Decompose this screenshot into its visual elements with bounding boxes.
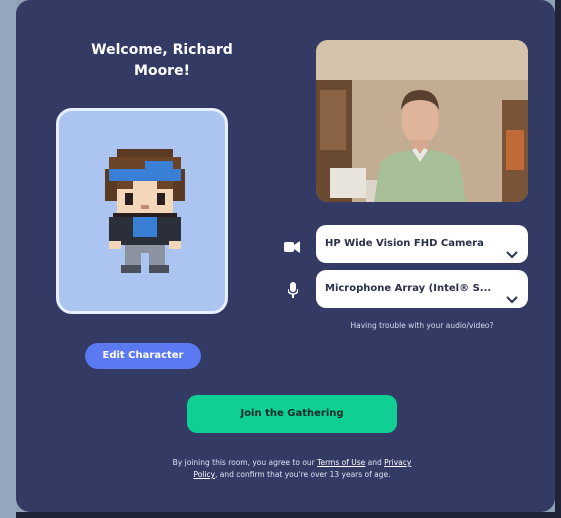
welcome-line-1: Welcome, Richard: [91, 42, 233, 58]
terms-of-use-link[interactable]: Terms of Use: [317, 458, 365, 467]
edit-character-button[interactable]: Edit Character: [85, 343, 201, 369]
terms-notice: By joining this room, you agree to our T…: [134, 457, 450, 481]
terms-text-2: and: [365, 458, 385, 467]
terms-text-1: By joining this room, you agree to our: [172, 458, 318, 467]
video-camera-icon: [284, 238, 300, 257]
window-edge-bottom: [16, 512, 561, 518]
privacy-policy-link-a[interactable]: Privacy: [384, 458, 411, 467]
microphone-select[interactable]: Microphone Array (Intel® S...: [316, 270, 528, 308]
welcome-heading: Welcome, Richard Moore!: [62, 40, 262, 82]
camera-select-label: HP Wide Vision FHD Camera: [325, 238, 484, 249]
window-edge: [555, 0, 561, 518]
camera-select[interactable]: HP Wide Vision FHD Camera: [316, 225, 528, 263]
microphone-select-label: Microphone Array (Intel® S...: [325, 283, 492, 294]
chevron-down-icon: [506, 283, 518, 308]
join-modal: Welcome, Richard Moore! Edit Character H…: [16, 0, 555, 512]
avatar-sprite: [105, 149, 185, 273]
av-trouble-link[interactable]: Having trouble with your audio/video?: [316, 321, 528, 330]
microphone-icon: [287, 282, 299, 302]
avatar-preview-card: [56, 108, 228, 314]
welcome-line-2: Moore!: [134, 63, 190, 79]
camera-feed: [316, 40, 528, 202]
join-gathering-button[interactable]: Join the Gathering: [187, 395, 397, 433]
chevron-down-icon: [506, 238, 518, 263]
privacy-policy-link-b[interactable]: Policy: [193, 470, 215, 479]
camera-preview: [316, 40, 528, 202]
terms-text-3: , and confirm that you're over 13 years …: [215, 470, 391, 479]
background-strip: [0, 0, 16, 518]
